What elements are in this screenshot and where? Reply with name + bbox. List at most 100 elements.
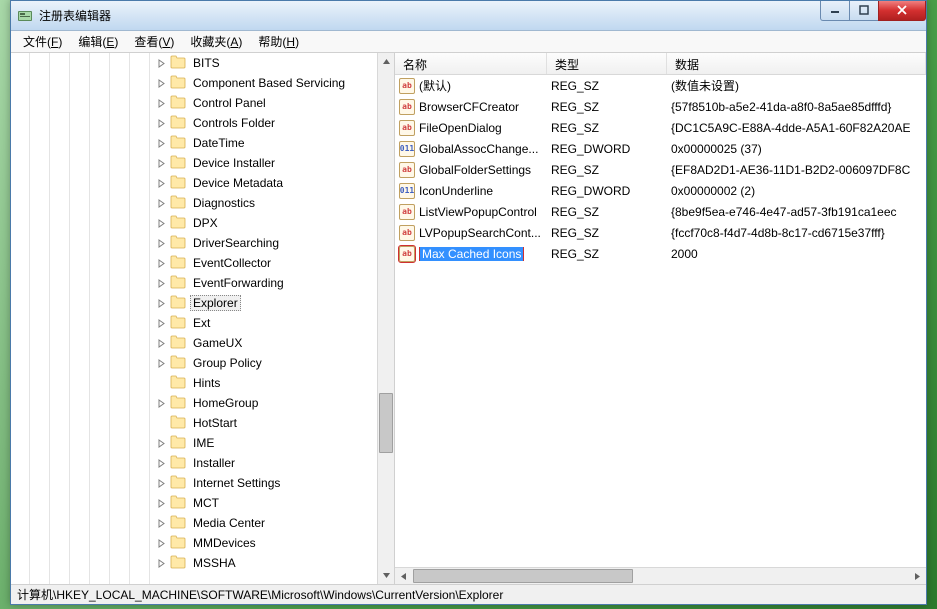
reg-sz-icon: ab	[399, 246, 415, 262]
list-row[interactable]: abListViewPopupControlREG_SZ{8be9f5ea-e7…	[395, 201, 926, 222]
regedit-window: 注册表编辑器 文件(F)编辑(E)查看(V)收藏夹(A)帮助(H) BITSCo…	[10, 0, 927, 605]
tree-item-label: Controls Folder	[190, 115, 278, 131]
tree-item[interactable]: DriverSearching	[11, 233, 377, 253]
tree-item[interactable]: Control Panel	[11, 93, 377, 113]
scroll-up-arrow[interactable]	[378, 53, 394, 70]
tree-expander-icon[interactable]	[156, 118, 167, 129]
tree-item[interactable]: MSSHA	[11, 553, 377, 573]
tree-expander-icon[interactable]	[156, 238, 167, 249]
tree-expander-icon[interactable]	[156, 358, 167, 369]
tree-item[interactable]: MMDevices	[11, 533, 377, 553]
tree-expander-icon[interactable]	[156, 558, 167, 569]
tree-expander-icon[interactable]	[156, 58, 167, 69]
tree-expander-icon[interactable]	[156, 338, 167, 349]
tree-item[interactable]: GameUX	[11, 333, 377, 353]
menu-e[interactable]: 编辑(E)	[70, 31, 126, 52]
tree-item[interactable]: EventForwarding	[11, 273, 377, 293]
value-name: (默认)	[419, 77, 551, 94]
tree-item[interactable]: Explorer	[11, 293, 377, 313]
tree-item[interactable]: Device Installer	[11, 153, 377, 173]
tree-expander-icon[interactable]	[156, 78, 167, 89]
tree-item[interactable]: IME	[11, 433, 377, 453]
tree-view[interactable]: BITSComponent Based Servicing Control Pan…	[11, 53, 377, 584]
window-controls	[821, 1, 926, 21]
list-row[interactable]: 011IconUnderlineREG_DWORD0x00000002 (2)	[395, 180, 926, 201]
tree-item[interactable]: BITS	[11, 53, 377, 73]
tree-item-label: Control Panel	[190, 95, 269, 111]
maximize-button[interactable]	[849, 1, 879, 21]
tree-item[interactable]: Device Metadata	[11, 173, 377, 193]
tree-item[interactable]: Installer	[11, 453, 377, 473]
scroll-thumb[interactable]	[379, 393, 393, 453]
tree-item[interactable]: HotStart	[11, 413, 377, 433]
folder-icon	[170, 135, 190, 152]
folder-icon	[170, 335, 190, 352]
folder-icon	[170, 415, 190, 432]
tree-expander-icon[interactable]	[156, 258, 167, 269]
tree-item[interactable]: Ext	[11, 313, 377, 333]
folder-icon	[170, 155, 190, 172]
column-name[interactable]: 名称	[395, 53, 547, 74]
titlebar[interactable]: 注册表编辑器	[11, 1, 926, 31]
tree-expander-icon[interactable]	[156, 98, 167, 109]
tree-item[interactable]: Diagnostics	[11, 193, 377, 213]
tree-item-label: Media Center	[190, 515, 268, 531]
minimize-button[interactable]	[820, 1, 850, 21]
tree-item[interactable]: DPX	[11, 213, 377, 233]
tree-item[interactable]: HomeGroup	[11, 393, 377, 413]
scroll-down-arrow[interactable]	[378, 567, 394, 584]
tree-expander-icon[interactable]	[156, 538, 167, 549]
tree-expander-icon[interactable]	[156, 298, 167, 309]
tree-expander-icon[interactable]	[156, 478, 167, 489]
list-row[interactable]: abMax Cached IconsREG_SZ2000	[395, 243, 926, 264]
list-row[interactable]: abBrowserCFCreatorREG_SZ{57f8510b-a5e2-4…	[395, 96, 926, 117]
value-name: GlobalFolderSettings	[419, 163, 551, 177]
tree-item[interactable]: Internet Settings	[11, 473, 377, 493]
list-view[interactable]: ab(默认)REG_SZ(数值未设置)abBrowserCFCreatorREG…	[395, 75, 926, 567]
tree-expander-icon[interactable]	[156, 398, 167, 409]
menu-v[interactable]: 查看(V)	[126, 31, 182, 52]
tree-expander-icon[interactable]	[156, 158, 167, 169]
list-row[interactable]: ab(默认)REG_SZ(数值未设置)	[395, 75, 926, 96]
tree-item[interactable]: Component Based Servicing	[11, 73, 377, 93]
tree-expander-icon[interactable]	[156, 458, 167, 469]
list-horizontal-scrollbar[interactable]	[395, 567, 926, 584]
tree-expander-icon[interactable]	[156, 518, 167, 529]
value-data: 2000	[671, 247, 926, 261]
tree-expander-icon[interactable]	[156, 438, 167, 449]
menu-f[interactable]: 文件(F)	[15, 31, 70, 52]
window-title: 注册表编辑器	[39, 7, 821, 24]
tree-expander-icon[interactable]	[156, 218, 167, 229]
tree-expander-icon[interactable]	[156, 498, 167, 509]
list-row[interactable]: 011GlobalAssocChange...REG_DWORD0x000000…	[395, 138, 926, 159]
scroll-left-arrow[interactable]	[395, 568, 412, 584]
tree-item[interactable]: DateTime	[11, 133, 377, 153]
scroll-thumb[interactable]	[413, 569, 633, 583]
tree-expander-icon[interactable]	[156, 198, 167, 209]
list-header[interactable]: 名称 类型 数据	[395, 53, 926, 75]
tree-expander-icon[interactable]	[156, 378, 167, 389]
list-row[interactable]: abLVPopupSearchCont...REG_SZ{fccf70c8-f4…	[395, 222, 926, 243]
tree-item-label: EventForwarding	[190, 275, 287, 291]
tree-vertical-scrollbar[interactable]	[377, 53, 394, 584]
column-type[interactable]: 类型	[547, 53, 667, 74]
tree-item[interactable]: MCT	[11, 493, 377, 513]
tree-expander-icon[interactable]	[156, 318, 167, 329]
column-data[interactable]: 数据	[667, 53, 926, 74]
list-row[interactable]: abGlobalFolderSettingsREG_SZ{EF8AD2D1-AE…	[395, 159, 926, 180]
tree-expander-icon[interactable]	[156, 138, 167, 149]
menu-h[interactable]: 帮助(H)	[250, 31, 307, 52]
folder-icon	[170, 295, 190, 312]
list-row[interactable]: abFileOpenDialogREG_SZ{DC1C5A9C-E88A-4dd…	[395, 117, 926, 138]
tree-item[interactable]: Group Policy	[11, 353, 377, 373]
tree-expander-icon[interactable]	[156, 418, 167, 429]
close-button[interactable]	[878, 1, 926, 21]
tree-item[interactable]: Media Center	[11, 513, 377, 533]
tree-item[interactable]: EventCollector	[11, 253, 377, 273]
tree-item[interactable]: Controls Folder	[11, 113, 377, 133]
menu-a[interactable]: 收藏夹(A)	[182, 31, 250, 52]
tree-item[interactable]: Hints	[11, 373, 377, 393]
tree-expander-icon[interactable]	[156, 278, 167, 289]
tree-expander-icon[interactable]	[156, 178, 167, 189]
scroll-right-arrow[interactable]	[909, 568, 926, 584]
